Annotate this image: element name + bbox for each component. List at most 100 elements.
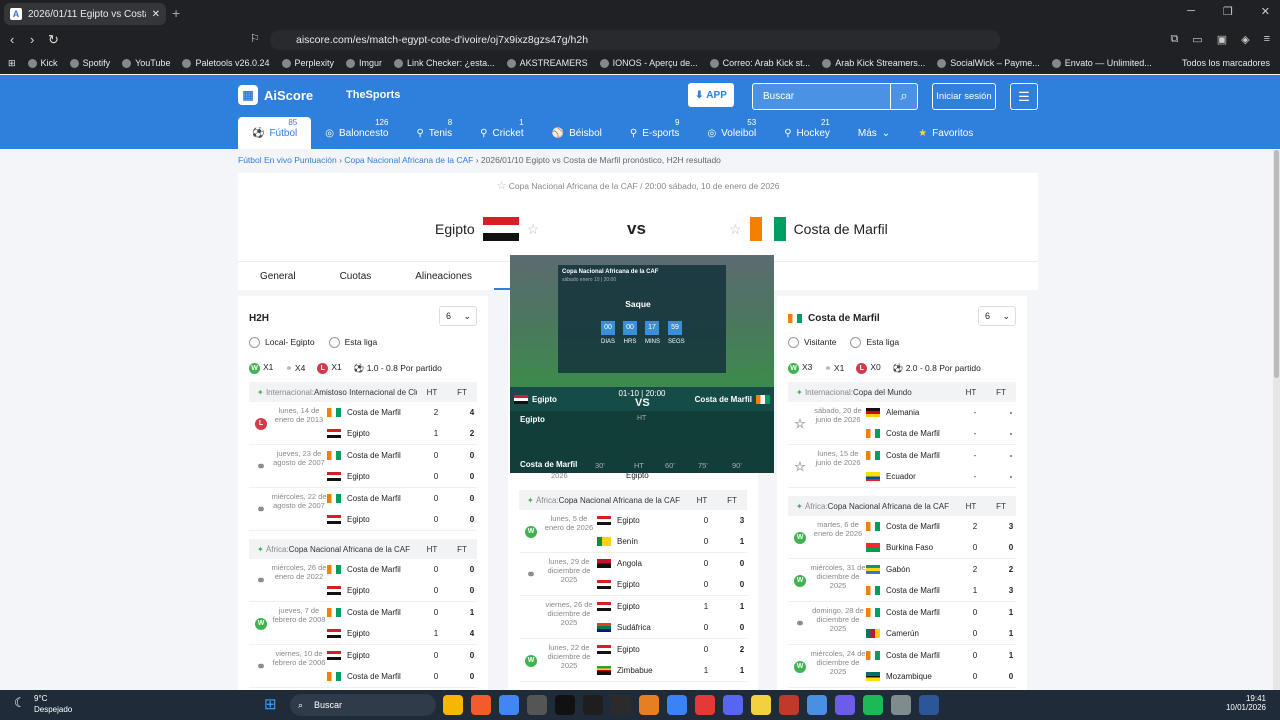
match-tab-0[interactable]: General (238, 262, 318, 290)
file-explorer-icon[interactable] (443, 695, 463, 715)
browser-menu-icon[interactable]: ≡ (1264, 33, 1270, 46)
sport-tab-1[interactable]: ◎ Baloncesto 126 (311, 117, 402, 149)
sport-tab-3[interactable]: ⚲ Cricket 1 (466, 117, 537, 149)
favorite-away-star-icon[interactable]: ☆ (729, 221, 742, 238)
match-row[interactable]: lunes, 14 de enero de 2013 L Costa de Marf… (249, 402, 477, 446)
favorites-tab[interactable]: ★ Favoritos (904, 117, 987, 149)
breadcrumb-link-live[interactable]: Fútbol En vivo Puntuación (238, 155, 337, 165)
bookmark-item[interactable]: Kick (27, 58, 58, 68)
restore-icon[interactable]: ❐ (1223, 5, 1233, 18)
bookmark-item[interactable]: Correo: Arab Kick st... (709, 58, 810, 68)
close-tab-icon[interactable]: ✕ (152, 9, 160, 20)
bookmark-item[interactable]: AKSTREAMERS (506, 58, 588, 68)
match-row[interactable]: sábado, 20 de junio de 2026 ☆ Alemania - - Co… (788, 402, 1016, 446)
match-row[interactable]: lunes, 5 de enero de 2026 W Egipto 0 3 Benín 0… (519, 510, 747, 553)
bookmark-item[interactable]: Envato — Unlimited... (1051, 58, 1152, 68)
match-tab-2[interactable]: Alineaciones (393, 262, 494, 290)
weather-desc[interactable]: Despejado (34, 705, 72, 714)
bookmark-icon[interactable]: ⚐ (250, 32, 260, 45)
bookmark-item[interactable]: SocialWick – Payme... (937, 58, 1040, 68)
breadcrumb-link-comp[interactable]: Copa Nacional Africana de la CAF (344, 155, 473, 165)
clock-time[interactable]: 19:41 (1226, 694, 1266, 703)
radio-away[interactable]: Visitante (788, 337, 836, 348)
match-row[interactable]: jueves, 7 de febrero de 2008 W Costa de Ma… (249, 602, 477, 646)
bookmark-item[interactable]: Spotify (69, 58, 110, 68)
extensions-icon[interactable]: ⧉ (1170, 33, 1178, 46)
chrome-icon[interactable] (499, 695, 519, 715)
sidebar-icon[interactable]: ▭ (1192, 33, 1202, 46)
browser-tab[interactable]: A 2026/01/11 Egipto vs Costa de M ✕ (4, 3, 166, 25)
star-icon[interactable]: ☆ (496, 180, 506, 192)
app-icon[interactable] (695, 695, 715, 715)
match-row[interactable]: martes, 6 de enero de 2026 W Costa de Marf… (788, 516, 1016, 560)
brave-icon[interactable] (471, 695, 491, 715)
hamburger-menu-icon[interactable]: ☰ (1010, 83, 1038, 110)
weather-temp[interactable]: 9°C (34, 694, 47, 703)
app3-icon[interactable] (807, 695, 827, 715)
away-count-select[interactable]: 6 ⌄ (978, 306, 1016, 326)
terminal-icon[interactable] (583, 695, 603, 715)
sport-tab-5[interactable]: ⚲ E-sports 9 (616, 117, 694, 149)
close-window-icon[interactable]: ✕ (1261, 5, 1270, 18)
match-row[interactable]: domingo, 28 de diciembre de 2025 ⚭ Costa d… (788, 602, 1016, 646)
group-competition[interactable]: Amistoso Internacional de Clubes (314, 388, 417, 397)
match-row[interactable]: lunes, 15 de junio de 2026 ☆ Costa de Marf… (788, 445, 1016, 489)
group-competition[interactable]: Copa Nacional Africana de la CAF (289, 545, 410, 554)
windows-start-icon[interactable]: ⊞ (264, 695, 277, 713)
bookmark-item[interactable]: Arab Kick Streamers... (822, 58, 925, 68)
favorite-star-icon[interactable]: ☆ (794, 417, 806, 430)
play-icon[interactable] (863, 695, 883, 715)
sport-tab-2[interactable]: ⚲ Tenis 8 (402, 117, 466, 149)
cmd-icon[interactable] (611, 695, 631, 715)
sport-tab-0[interactable]: ⚽ Fútbol 85 (238, 117, 312, 149)
group-competition[interactable]: Copa del Mundo (853, 388, 912, 397)
match-row[interactable]: viernes, 10 de febrero de 2006 ⚭ Egipto 0 0 C… (249, 645, 477, 689)
bookmark-item[interactable]: Perplexity (281, 58, 334, 68)
wallet-icon[interactable]: ▣ (1217, 33, 1227, 46)
taskbar-search[interactable]: ⌕ Buscar (290, 694, 436, 716)
group-competition[interactable]: Copa Nacional Africana de la CAF (559, 496, 680, 505)
new-tab-icon[interactable]: + (172, 5, 180, 21)
match-row[interactable]: miércoles, 22 de agosto de 2007 ⚭ Costa de… (249, 488, 477, 532)
match-row[interactable]: miércoles, 24 de diciembre de 2025 W Costa… (788, 645, 1016, 689)
tiktok-icon[interactable] (555, 695, 575, 715)
match-tab-1[interactable]: Cuotas (318, 262, 394, 290)
vlc-icon[interactable] (639, 695, 659, 715)
bookmark-item[interactable]: Imgur (346, 58, 382, 68)
apps-icon[interactable]: ⊞ (8, 58, 16, 69)
match-row[interactable]: jueves, 23 de agosto de 2007 ⚭ Costa de Ma… (249, 445, 477, 489)
sport-tab-8[interactable]: Más ⌄ (844, 117, 904, 149)
favorite-home-star-icon[interactable]: ☆ (527, 221, 540, 238)
favorite-star-icon[interactable]: ☆ (794, 460, 806, 473)
radio-this-league[interactable]: Esta liga (850, 337, 899, 348)
bookmarks-folder[interactable]: Todos los marcadores (1182, 58, 1270, 68)
search-icon[interactable]: ⌕ (890, 84, 917, 109)
settings-icon[interactable] (891, 695, 911, 715)
app-button[interactable]: ⬇ APP (688, 83, 734, 107)
bookmark-item[interactable]: Link Checker: ¿esta... (394, 58, 495, 68)
radio-this-league[interactable]: Esta liga (329, 337, 378, 348)
bookmark-item[interactable]: IONOS - Aperçu de... (599, 58, 698, 68)
live-preview-popup[interactable]: Copa Nacional Africana de la CAF sábado … (510, 255, 774, 473)
bookmark-item[interactable]: Paletools v26.0.24 (182, 58, 270, 68)
match-row[interactable]: viernes, 26 de diciembre de 2025 Egipto 1 1… (519, 596, 747, 639)
match-row[interactable]: lunes, 22 de diciembre de 2025 W Egipto 0 2 Z… (519, 639, 747, 682)
forward-icon[interactable]: › (30, 32, 34, 47)
sport-tab-4[interactable]: ⚾ Béisbol (538, 117, 616, 149)
group-competition[interactable]: Copa Nacional Africana de la CAF (828, 502, 949, 511)
sport-tab-7[interactable]: ⚲ Hockey 21 (770, 117, 844, 149)
away-team[interactable]: ☆ Costa de Marfil (729, 217, 888, 241)
match-row[interactable]: miércoles, 26 de enero de 2022 ⚭ Costa de … (249, 559, 477, 603)
h2h-count-select[interactable]: 6 ⌄ (439, 306, 477, 326)
match-row[interactable]: miércoles, 31 de diciembre de 2025 W Gabón… (788, 559, 1016, 603)
thesports-logo[interactable]: TheSports (346, 89, 400, 101)
notes-icon[interactable] (751, 695, 771, 715)
url-field[interactable]: aiscore.com/es/match-egypt-cote-d'ivoire… (270, 30, 1000, 50)
steam-icon[interactable] (527, 695, 547, 715)
login-button[interactable]: Iniciar sesión (932, 83, 996, 110)
vpn-icon[interactable] (667, 695, 687, 715)
clock-date[interactable]: 10/01/2026 (1226, 703, 1266, 712)
bookmark-item[interactable]: YouTube (122, 58, 170, 68)
minimize-icon[interactable]: ─ (1187, 5, 1195, 18)
discord-icon[interactable] (723, 695, 743, 715)
